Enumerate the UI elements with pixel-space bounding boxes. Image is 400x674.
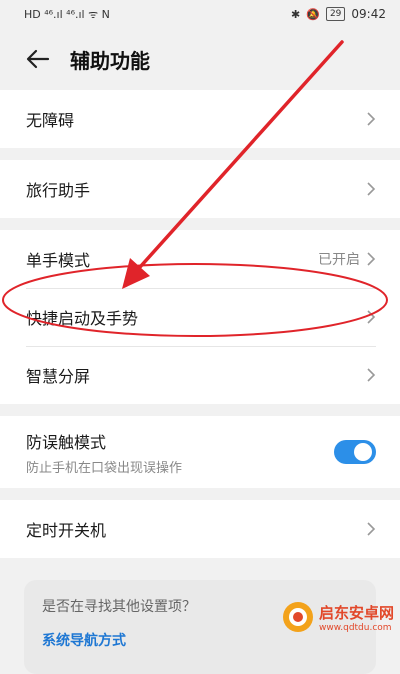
row-value: 已开启 bbox=[318, 252, 360, 268]
settings-group-accessibility: 无障碍 bbox=[0, 90, 400, 148]
bluetooth-icon: ✱ bbox=[291, 7, 301, 21]
chevron-right-icon bbox=[367, 112, 376, 126]
settings-group-travel: 旅行助手 bbox=[0, 160, 400, 218]
row-smart-split[interactable]: 智慧分屏 bbox=[0, 346, 400, 404]
row-label: 定时开关机 bbox=[26, 521, 107, 540]
chevron-right-icon bbox=[367, 368, 376, 382]
settings-group-modes: 单手模式 已开启 快捷启动及手势 智慧分屏 bbox=[0, 230, 400, 404]
status-time: 09:42 bbox=[351, 7, 386, 21]
row-travel-assistant[interactable]: 旅行助手 bbox=[0, 160, 400, 218]
pocket-mode-toggle[interactable] bbox=[334, 440, 376, 464]
row-label: 单手模式 bbox=[26, 251, 91, 270]
row-gestures[interactable]: 快捷启动及手势 bbox=[0, 288, 400, 346]
watermark-logo-icon bbox=[282, 602, 313, 632]
row-right: 已开启 bbox=[318, 249, 376, 269]
watermark-name: 启东安卓网 bbox=[318, 603, 394, 622]
row-subtitle: 防止手机在口袋出现误操作 bbox=[26, 460, 183, 476]
row-label: 无障碍 bbox=[26, 111, 75, 130]
row-label: 智慧分屏 bbox=[26, 367, 91, 386]
status-bar: HD ⁴⁶.ıl ⁴⁶.ıl ᯤ N ✱ 🔕 29 09:42 bbox=[0, 0, 400, 28]
page-header: 辅助功能 bbox=[0, 28, 400, 90]
watermark: 启东安卓网 www.qdtdu.com bbox=[281, 600, 394, 634]
watermark-url: www.qdtdu.com bbox=[318, 622, 392, 633]
row-label: 防误触模式 bbox=[26, 432, 107, 452]
row-one-hand-mode[interactable]: 单手模式 已开启 bbox=[0, 230, 400, 288]
back-arrow-icon[interactable] bbox=[24, 45, 52, 73]
row-label: 旅行助手 bbox=[26, 181, 91, 200]
settings-group-pocket: 防误触模式 防止手机在口袋出现误操作 bbox=[0, 416, 400, 488]
network-signal-icon: HD ⁴⁶.ıl ⁴⁶.ıl ᯤ N bbox=[24, 7, 110, 21]
row-accessibility[interactable]: 无障碍 bbox=[0, 90, 400, 148]
status-right: ✱ 🔕 29 09:42 bbox=[291, 7, 386, 21]
chevron-right-icon bbox=[367, 252, 376, 266]
mute-icon: 🔕 bbox=[306, 7, 320, 21]
row-pocket-mode: 防误触模式 防止手机在口袋出现误操作 bbox=[0, 416, 400, 488]
chevron-right-icon bbox=[367, 522, 376, 536]
toggle-knob bbox=[354, 443, 372, 461]
row-label: 快捷启动及手势 bbox=[26, 309, 139, 328]
battery-icon: 29 bbox=[325, 7, 346, 21]
page-title: 辅助功能 bbox=[70, 48, 150, 73]
settings-group-schedule: 定时开关机 bbox=[0, 500, 400, 558]
watermark-text: 启东安卓网 www.qdtdu.com bbox=[319, 602, 394, 633]
row-text: 防误触模式 防止手机在口袋出现误操作 bbox=[26, 429, 182, 476]
chevron-right-icon bbox=[367, 310, 376, 324]
row-scheduled-power[interactable]: 定时开关机 bbox=[0, 500, 400, 558]
chevron-right-icon bbox=[367, 182, 376, 196]
status-left: HD ⁴⁶.ıl ⁴⁶.ıl ᯤ N bbox=[24, 7, 110, 22]
